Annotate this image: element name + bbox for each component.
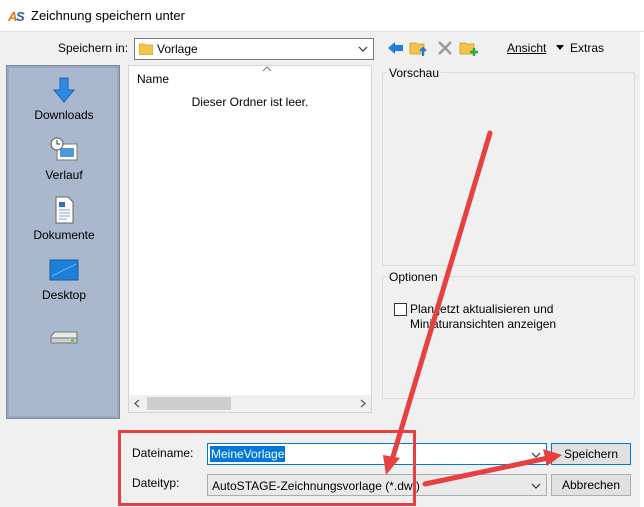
place-documents[interactable]: Dokumente [9,196,119,242]
preview-panel [382,72,635,266]
place-history[interactable]: Verlauf [9,136,119,182]
extras-menu-label: Extras [570,41,605,55]
new-folder-icon[interactable] [459,39,479,57]
title-bar: A S Zeichnung speichern unter [0,0,644,32]
horizontal-scrollbar[interactable] [129,395,371,412]
save-in-value: Vorlage [157,42,198,56]
folder-up-icon[interactable] [409,39,429,57]
place-label: Downloads [34,108,94,122]
options-panel [382,276,635,399]
place-label: Dokumente [33,228,95,242]
extras-menu[interactable]: Extras [556,41,604,55]
desktop-icon [49,259,79,281]
app-logo-icon: A S [8,9,25,24]
place-downloads[interactable]: Downloads [9,76,119,122]
documents-icon [55,196,74,224]
caret-down-icon [556,45,564,50]
cancel-button-label: Abbrechen [561,478,621,492]
cancel-button[interactable]: Abbrechen [551,474,631,496]
chevron-down-icon [358,46,368,52]
place-label: Desktop [41,288,87,302]
scroll-right-icon[interactable] [359,399,367,408]
column-header-name[interactable]: Name [137,72,169,86]
back-arrow-icon[interactable] [386,39,406,57]
place-desktop[interactable]: Desktop [9,258,119,302]
save-button-label: Speichern [563,447,619,461]
file-list[interactable]: Name Dieser Ordner ist leer. [128,65,372,413]
update-plan-checkbox-label[interactable]: Plan jetzt aktualisieren und Miniaturans… [410,302,620,332]
downloads-icon [52,77,76,103]
place-drive[interactable] [9,330,119,350]
scroll-left-icon[interactable] [133,399,141,408]
sort-caret-icon [262,66,272,72]
window-edge [640,32,644,507]
window-title: Zeichnung speichern unter [31,8,185,23]
view-menu-label: Ansicht [507,41,547,55]
save-in-label: Speichern in: [58,41,129,55]
drive-icon [50,331,78,344]
empty-folder-message: Dieser Ordner ist leer. [191,95,309,109]
update-plan-checkbox[interactable] [394,303,407,316]
save-in-dropdown[interactable]: Vorlage [134,38,374,60]
annotation-highlight-box [118,430,416,506]
chevron-down-icon [531,483,541,489]
svg-text:S: S [16,9,25,24]
delete-icon[interactable] [435,39,455,57]
preview-label: Vorschau [387,66,442,80]
folder-icon [139,43,153,55]
place-label: Verlauf [45,168,83,182]
history-icon [50,137,78,161]
places-bar: Downloads Verlauf Dokumente Desktop [6,65,120,419]
save-button[interactable]: Speichern [551,443,631,465]
options-label: Optionen [387,270,440,284]
chevron-down-icon[interactable] [530,448,542,462]
scrollbar-thumb[interactable] [147,397,231,410]
view-menu[interactable]: Ansicht [507,41,546,55]
